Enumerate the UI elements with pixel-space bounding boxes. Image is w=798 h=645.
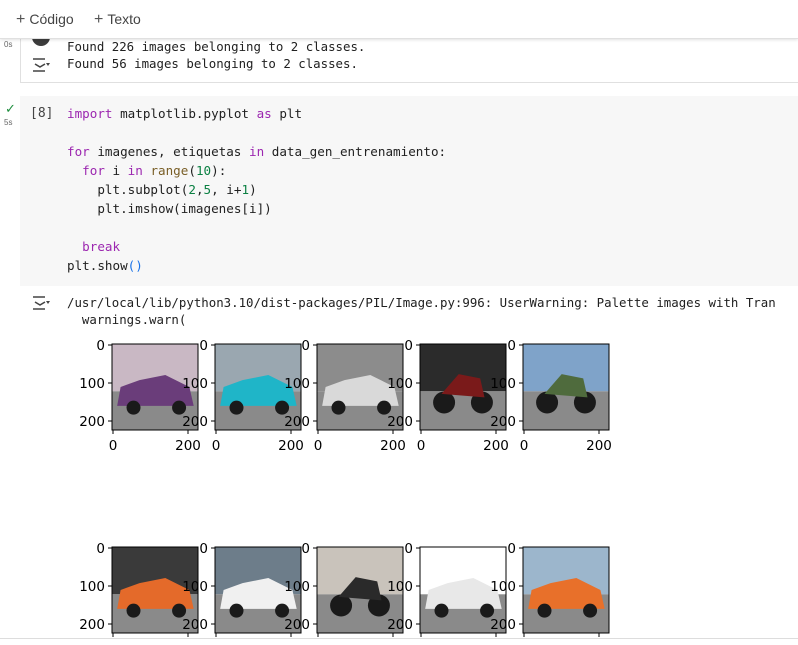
subplot-5: 01002000 200 <box>490 338 612 454</box>
y-tick-label: 200 <box>182 617 208 633</box>
output-settings-icon[interactable] <box>31 294 51 312</box>
notebook-toolbar: + Código + Texto <box>0 0 798 39</box>
y-tick-label: 0 <box>199 541 208 557</box>
y-tick-label: 200 <box>490 414 516 430</box>
x-tick-label: 0 <box>520 438 529 454</box>
image-ground <box>523 391 609 430</box>
y-tick-label: 0 <box>507 541 516 557</box>
cell1-output-line: Found 56 images belonging to 2 classes. <box>67 56 358 71</box>
y-tick-label: 200 <box>79 617 105 633</box>
x-tick-label: 0 <box>417 438 426 454</box>
subplot-10: 0 100 200 <box>490 541 610 637</box>
plus-icon: + <box>94 11 104 28</box>
plus-icon: + <box>16 11 26 28</box>
add-code-button[interactable]: + Código <box>16 11 74 29</box>
subplot-3: 01002000 200 <box>284 338 406 454</box>
wheel <box>126 603 141 618</box>
wheel <box>229 400 244 415</box>
y-tick-label: 0 <box>301 541 310 557</box>
wheel <box>433 391 456 414</box>
divider <box>0 638 798 639</box>
wheel <box>537 603 552 618</box>
code-editor[interactable]: import matplotlib.pyplot as plt for imag… <box>67 104 446 275</box>
y-tick-label: 100 <box>490 579 516 595</box>
y-tick-label: 100 <box>490 376 516 392</box>
y-tick-label: 0 <box>96 338 105 354</box>
wheel <box>172 603 187 618</box>
x-tick-label: 200 <box>483 438 509 454</box>
check-icon: ✓ <box>5 101 16 116</box>
y-tick-label: 100 <box>387 579 413 595</box>
subplot-7: 0 100 200 <box>182 541 302 637</box>
y-tick-label: 0 <box>96 541 105 557</box>
y-tick-label: 200 <box>284 414 310 430</box>
y-tick-label: 200 <box>182 414 208 430</box>
wheel <box>275 400 290 415</box>
y-tick-label: 100 <box>182 376 208 392</box>
x-tick-label: 200 <box>380 438 406 454</box>
y-tick-label: 200 <box>490 617 516 633</box>
y-tick-label: 0 <box>507 338 516 354</box>
x-tick-label: 0 <box>212 438 221 454</box>
x-tick-label: 200 <box>175 438 201 454</box>
y-tick-label: 0 <box>404 541 413 557</box>
subplot-1: 01002000 200 <box>79 338 201 454</box>
warning-line: warnings.warn( <box>67 312 187 327</box>
subplot-8: 0 100 200 <box>284 541 404 637</box>
subplot-6: 0 100 200 <box>79 541 199 637</box>
image-grid-plot: 01002000 20001002000 20001002000 2000100200… <box>79 338 612 637</box>
y-tick-label: 200 <box>79 414 105 430</box>
wheel <box>330 594 353 617</box>
subplot-2: 01002000 200 <box>182 338 304 454</box>
wheel <box>229 603 244 618</box>
wheel <box>583 603 598 618</box>
y-tick-label: 200 <box>387 617 413 633</box>
add-text-button[interactable]: + Texto <box>94 11 141 29</box>
y-tick-label: 100 <box>79 376 105 392</box>
exec-time: 5s <box>4 118 13 127</box>
wheel <box>275 603 290 618</box>
wheel <box>480 603 495 618</box>
cell1-output-line: Found 226 images belonging to 2 classes. <box>67 39 366 54</box>
y-tick-label: 0 <box>199 338 208 354</box>
x-tick-label: 0 <box>314 438 323 454</box>
x-tick-label: 0 <box>109 438 118 454</box>
y-tick-label: 0 <box>404 338 413 354</box>
wheel <box>172 400 187 415</box>
exec-time: 0s <box>4 40 13 49</box>
y-tick-label: 100 <box>79 579 105 595</box>
wheel <box>331 400 346 415</box>
y-tick-label: 100 <box>284 376 310 392</box>
wheel <box>536 391 559 414</box>
y-tick-label: 100 <box>182 579 208 595</box>
wheel <box>434 603 449 618</box>
y-tick-label: 200 <box>387 414 413 430</box>
output-settings-icon[interactable] <box>31 56 51 74</box>
y-tick-label: 100 <box>284 579 310 595</box>
y-tick-label: 200 <box>284 617 310 633</box>
x-tick-label: 200 <box>278 438 304 454</box>
subplot-9: 0 100 200 <box>387 541 507 637</box>
wheel <box>377 400 392 415</box>
y-tick-label: 0 <box>301 338 310 354</box>
subplot-4: 01002000 200 <box>387 338 509 454</box>
wheel <box>126 400 141 415</box>
cell-prompt: [8] <box>30 106 54 121</box>
y-tick-label: 100 <box>387 376 413 392</box>
warning-line: /usr/local/lib/python3.10/dist-packages/… <box>67 295 776 310</box>
x-tick-label: 200 <box>586 438 612 454</box>
